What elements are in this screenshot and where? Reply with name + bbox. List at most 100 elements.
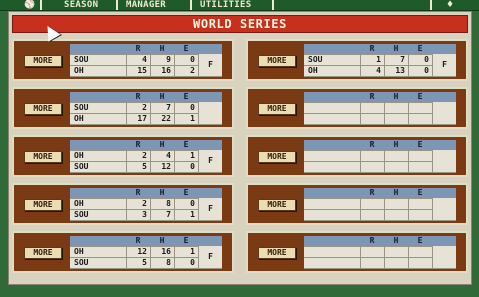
header-h: H bbox=[159, 236, 165, 245]
stat-r: 2 bbox=[126, 199, 150, 209]
header-r: R bbox=[369, 140, 375, 149]
box-score: R H E OH 2 8 0 SOU 3 7 1 F bbox=[70, 188, 222, 221]
box-score: RHE bbox=[304, 188, 456, 221]
header-h: H bbox=[393, 188, 399, 197]
game-card: MORE R H E bbox=[246, 87, 468, 129]
header-r: R bbox=[135, 92, 141, 101]
menu-season[interactable]: SEASON bbox=[64, 0, 98, 10]
stat-e bbox=[408, 151, 432, 161]
menu-manager[interactable]: MANAGER bbox=[126, 0, 166, 10]
more-button[interactable]: MORE bbox=[258, 247, 296, 259]
divider bbox=[70, 76, 222, 77]
team-name: SOU bbox=[74, 55, 89, 64]
stat-h: 16 bbox=[150, 66, 174, 76]
team-name: SOU bbox=[74, 162, 89, 171]
game-card: MORE R H E OH 2 4 1 SOU 5 12 0 F bbox=[12, 135, 234, 177]
stat-e: 0 bbox=[174, 258, 198, 268]
game-status: F bbox=[198, 54, 222, 76]
game-status: F bbox=[432, 54, 456, 76]
more-button[interactable]: MORE bbox=[258, 55, 296, 67]
divider bbox=[70, 172, 222, 173]
more-button[interactable]: MORE bbox=[258, 103, 296, 115]
header-e: E bbox=[183, 92, 189, 101]
stat-h: 13 bbox=[384, 66, 408, 76]
more-button[interactable]: MORE bbox=[24, 151, 62, 163]
header-r: R bbox=[369, 188, 375, 197]
stat-r: 2 bbox=[126, 103, 150, 113]
menu-bar: ⚾ SEASON MANAGER UTILITIES ♦ bbox=[0, 0, 479, 11]
more-button[interactable]: MORE bbox=[24, 199, 62, 211]
world-series-panel: WORLD SERIES MORE R H E SOU 4 9 0 OH 15 16 2 F MORE R H… bbox=[8, 11, 472, 285]
header-e: E bbox=[183, 188, 189, 197]
header-r: R bbox=[135, 236, 141, 245]
game-card: MORE R H E bbox=[246, 135, 468, 177]
team-name: SOU bbox=[74, 103, 89, 112]
box-score: RHE bbox=[304, 140, 456, 173]
stat-e bbox=[408, 162, 432, 172]
stat-r: 3 bbox=[126, 210, 150, 220]
stat-h: 7 bbox=[150, 103, 174, 113]
stat-r: 17 bbox=[126, 114, 150, 124]
stat-e bbox=[408, 258, 432, 268]
header-r: R bbox=[369, 44, 375, 53]
stat-r: 1 bbox=[360, 55, 384, 65]
stat-e: 1 bbox=[174, 210, 198, 220]
more-button[interactable]: MORE bbox=[24, 103, 62, 115]
header-e: E bbox=[417, 188, 423, 197]
box-score-header: RHE bbox=[70, 236, 222, 246]
team-name bbox=[304, 162, 360, 172]
header-h: H bbox=[159, 92, 165, 101]
baseball-icon[interactable]: ⚾ bbox=[24, 0, 36, 10]
more-button[interactable]: MORE bbox=[24, 247, 62, 259]
box-score: R H E OH 2 4 1 SOU 5 12 0 F bbox=[70, 140, 222, 173]
divider bbox=[304, 220, 456, 221]
stat-h bbox=[384, 210, 408, 220]
stat-e: 0 bbox=[408, 66, 432, 76]
stat-e: 0 bbox=[408, 55, 432, 65]
box-score: R H E SOU 1 7 0 OH 4 13 0 F bbox=[304, 44, 456, 77]
header-r: R bbox=[135, 140, 141, 149]
stat-r bbox=[360, 103, 384, 113]
stat-r bbox=[360, 151, 384, 161]
more-button[interactable]: MORE bbox=[258, 199, 296, 211]
stat-r bbox=[360, 199, 384, 209]
stat-r: 4 bbox=[126, 55, 150, 65]
header-e: E bbox=[183, 44, 189, 53]
stat-e bbox=[408, 103, 432, 113]
box-score: R H E SOU 4 9 0 OH 15 16 2 F bbox=[70, 44, 222, 77]
stat-e: 0 bbox=[174, 103, 198, 113]
team-name: SOU bbox=[308, 55, 323, 64]
title-banner: WORLD SERIES bbox=[12, 15, 468, 33]
stat-e: 1 bbox=[174, 114, 198, 124]
header-r: R bbox=[369, 92, 375, 101]
stat-e bbox=[408, 247, 432, 257]
game-status bbox=[432, 102, 456, 124]
shield-icon[interactable]: ♦ bbox=[443, 0, 457, 10]
stat-e: 0 bbox=[174, 162, 198, 172]
game-status bbox=[432, 198, 456, 220]
box-score: RHE bbox=[304, 236, 456, 269]
team-name bbox=[304, 258, 360, 268]
box-score-header: RHE bbox=[304, 44, 456, 54]
stat-e bbox=[408, 114, 432, 124]
team-name bbox=[304, 114, 360, 124]
header-h: H bbox=[159, 140, 165, 149]
more-button[interactable]: MORE bbox=[258, 151, 296, 163]
divider bbox=[304, 124, 456, 125]
stat-h bbox=[384, 162, 408, 172]
divider bbox=[304, 172, 456, 173]
stat-r bbox=[360, 210, 384, 220]
stat-h: 9 bbox=[150, 55, 174, 65]
team-name: OH bbox=[74, 114, 84, 123]
stat-h bbox=[384, 114, 408, 124]
more-button[interactable]: MORE bbox=[24, 55, 62, 67]
game-status bbox=[432, 246, 456, 268]
game-card: MORE R H E SOU 1 7 0 OH 4 13 0 F bbox=[246, 39, 468, 81]
status-bar bbox=[0, 286, 479, 297]
box-score: R H E SOU 2 7 0 OH 17 22 1 bbox=[70, 92, 222, 125]
menu-utilities[interactable]: UTILITIES bbox=[200, 0, 251, 10]
game-card: MORE R H E bbox=[246, 183, 468, 225]
menu-separator bbox=[40, 0, 42, 10]
box-score: R H E OH 12 16 1 SOU 5 8 0 F bbox=[70, 236, 222, 269]
header-h: H bbox=[393, 236, 399, 245]
